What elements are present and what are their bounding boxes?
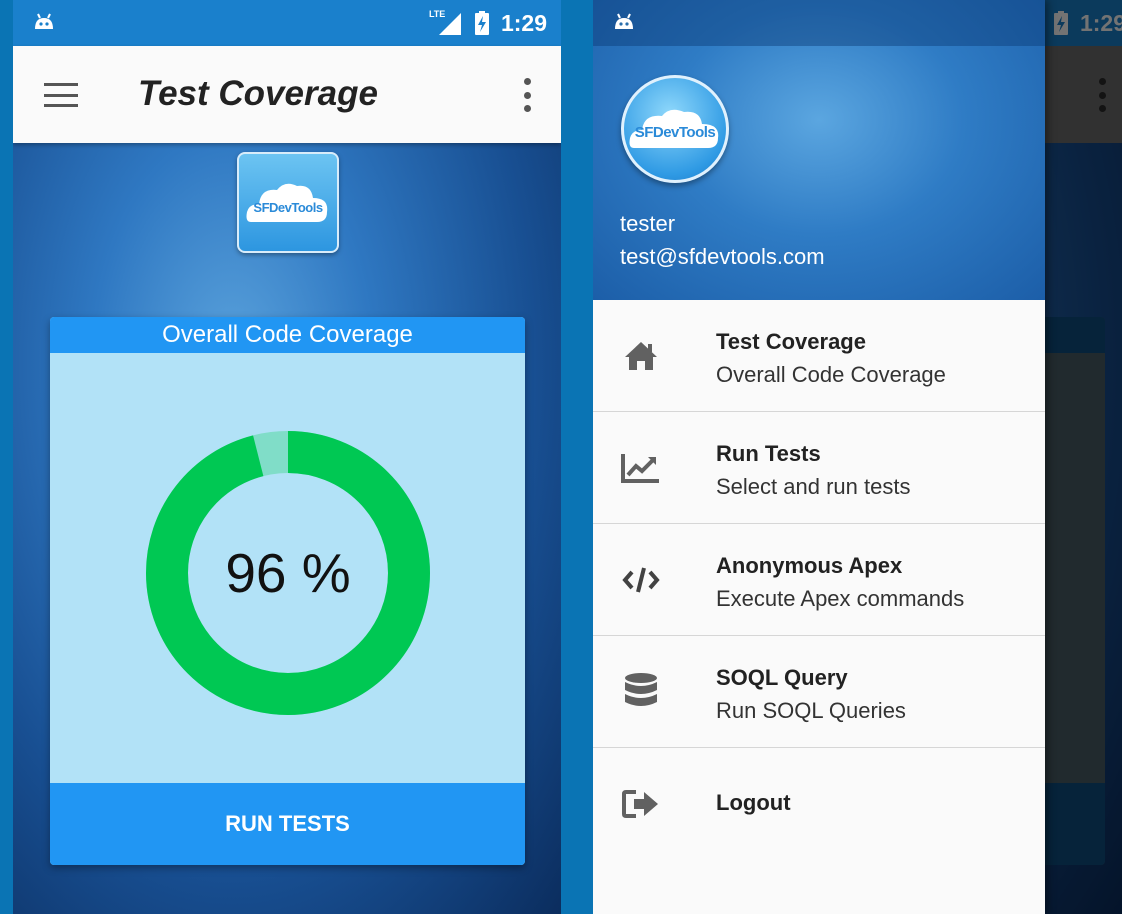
drawer-item-test-coverage[interactable]: Test Coverage Overall Code Coverage — [593, 300, 1045, 412]
signal-icon: LTE — [429, 9, 463, 35]
drawer-status-bar — [593, 0, 1045, 46]
home-icon — [621, 336, 661, 376]
drawer-item-soql-query[interactable]: SOQL Query Run SOQL Queries — [593, 636, 1045, 748]
navigation-drawer: SFDevTools tester test@sfdevtools.com Te… — [593, 0, 1045, 914]
drawer-item-anonymous-apex[interactable]: Anonymous Apex Execute Apex commands — [593, 524, 1045, 636]
drawer-item-logout[interactable]: Logout — [593, 748, 1045, 860]
logout-icon — [621, 784, 661, 824]
chart-line-icon — [621, 448, 661, 488]
page-title: Test Coverage — [138, 74, 378, 113]
overflow-menu-icon[interactable] — [521, 78, 533, 112]
drawer-item-title: Anonymous Apex — [716, 553, 903, 578]
run-tests-button[interactable]: RUN TESTS — [50, 783, 525, 865]
test-coverage-screen: LTE 1:29 Test Coverage SFDevTools Overal… — [13, 0, 561, 914]
navigation-drawer-screen: LTE 1:29 — [593, 0, 1122, 914]
drawer-item-subtitle: Select and run tests — [716, 474, 911, 499]
app-logo: SFDevTools — [237, 152, 339, 253]
drawer-item-subtitle: Execute Apex commands — [716, 586, 965, 611]
drawer-header: SFDevTools tester test@sfdevtools.com — [593, 0, 1045, 300]
drawer-menu: Test Coverage Overall Code Coverage Run … — [593, 300, 1045, 860]
coverage-donut-chart: 96 % — [145, 430, 431, 716]
network-type: LTE — [428, 9, 446, 19]
database-icon — [621, 672, 661, 712]
battery-charging-icon — [474, 11, 489, 35]
android-icon — [35, 13, 53, 29]
avatar-logo-text: SFDevTools — [634, 124, 716, 141]
logo-text: SFDevTools — [253, 200, 323, 215]
drawer-item-title: SOQL Query — [716, 665, 848, 690]
status-bar: LTE 1:29 — [13, 0, 561, 46]
drawer-item-subtitle: Overall Code Coverage — [716, 362, 946, 387]
coverage-card: Overall Code Coverage 96 % RUN TESTS — [50, 317, 525, 865]
user-email: test@sfdevtools.com — [620, 244, 825, 269]
avatar[interactable]: SFDevTools — [621, 75, 729, 183]
code-icon — [621, 560, 661, 600]
drawer-item-run-tests[interactable]: Run Tests Select and run tests — [593, 412, 1045, 524]
android-icon — [615, 13, 633, 29]
coverage-percent: 96 % — [225, 542, 351, 604]
user-name: tester — [620, 211, 676, 236]
drawer-item-title: Run Tests — [716, 441, 821, 466]
hamburger-menu-icon[interactable] — [41, 78, 81, 112]
status-time: 1:29 — [500, 9, 547, 36]
coverage-card-title: Overall Code Coverage — [50, 317, 525, 353]
drawer-item-title: Logout — [716, 790, 791, 815]
drawer-item-subtitle: Run SOQL Queries — [716, 698, 906, 723]
drawer-item-title: Test Coverage — [716, 329, 866, 354]
app-toolbar: Test Coverage — [13, 46, 561, 143]
